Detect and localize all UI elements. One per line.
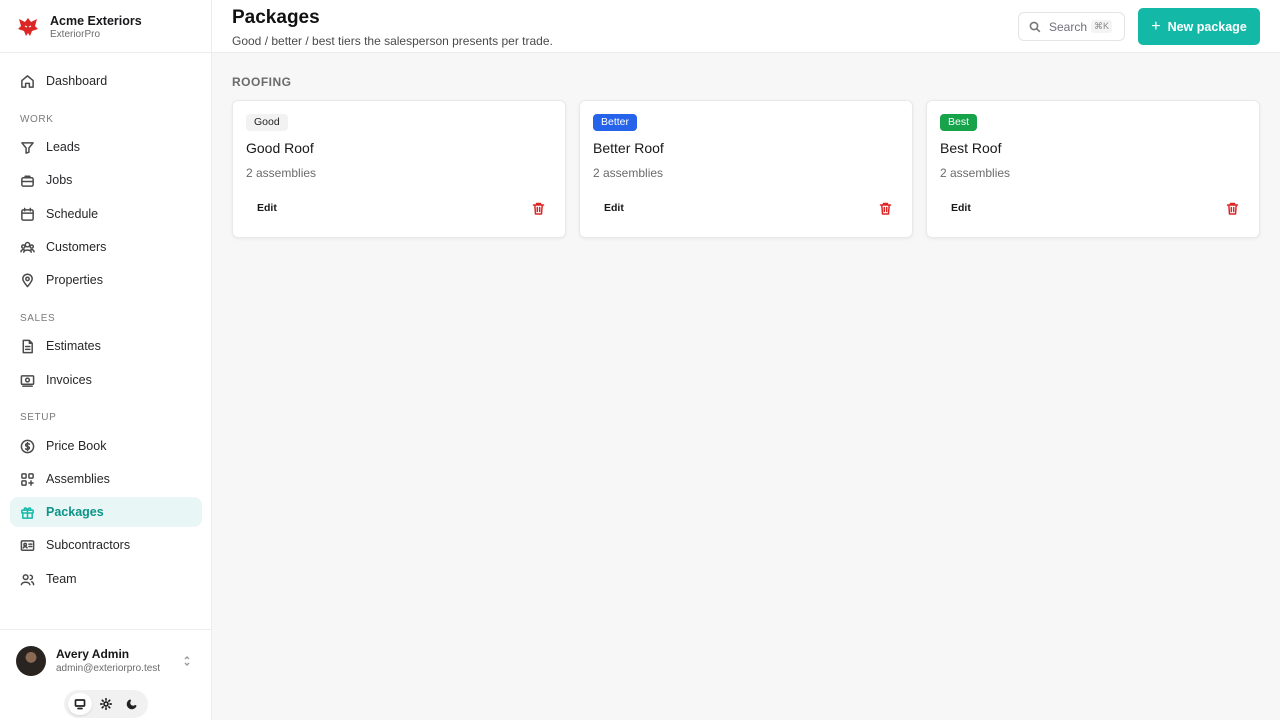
package-meta: 2 assemblies	[246, 166, 317, 180]
nav-group-work: WORK	[20, 114, 54, 125]
package-card-better[interactable]: Better Better Roof 2 assemblies Edit	[579, 100, 913, 238]
sidebar-item-label: Team	[46, 572, 77, 586]
page-subtitle: Good / better / best tiers the salespers…	[232, 34, 553, 48]
sidebar-item-assemblies[interactable]: Assemblies	[10, 464, 202, 494]
theme-dark-button[interactable]	[120, 693, 144, 715]
theme-light-button[interactable]	[94, 693, 118, 715]
sidebar-item-properties[interactable]: Properties	[10, 265, 202, 295]
sidebar-item-label: Assemblies	[46, 472, 110, 486]
brand-name: Acme Exteriors	[50, 13, 142, 28]
theme-switcher	[64, 690, 148, 718]
sidebar-item-label: Leads	[46, 140, 81, 154]
edit-button[interactable]: Edit	[593, 197, 635, 219]
briefcase-icon	[21, 175, 34, 187]
sidebar-item-jobs[interactable]: Jobs	[10, 165, 202, 195]
sidebar-item-estimates[interactable]: Estimates	[10, 331, 202, 361]
nav-group-sales: SALES	[20, 313, 56, 324]
sidebar-item-label: Schedule	[46, 207, 99, 221]
new-package-button[interactable]: + New package	[1138, 8, 1260, 45]
page-title: Packages	[232, 7, 320, 28]
tier-badge: Best	[940, 114, 978, 131]
moon-icon	[126, 699, 137, 710]
package-title: Better Roof	[593, 140, 664, 156]
user-email: admin@exteriorpro.test	[56, 663, 161, 674]
sidebar-item-label: Invoices	[46, 373, 92, 387]
theme-system-button[interactable]	[68, 693, 92, 715]
wolf-logo-icon	[18, 18, 38, 36]
search-placeholder: Search	[1049, 19, 1088, 34]
trash-icon[interactable]	[879, 202, 892, 215]
sidebar-item-customers[interactable]: Customers	[10, 232, 202, 262]
brand[interactable]: Acme Exteriors ExteriorPro	[16, 12, 142, 42]
brand-product: ExteriorPro	[50, 28, 101, 40]
sidebar-item-label: Jobs	[46, 173, 73, 187]
sidebar-item-label: Estimates	[46, 339, 101, 353]
sun-icon	[100, 698, 112, 710]
sidebar-item-subcontractors[interactable]: Subcontractors	[10, 530, 202, 560]
search-shortcut: ⌘K	[1090, 20, 1112, 33]
plus-icon: +	[1151, 17, 1161, 35]
trash-icon[interactable]	[532, 202, 545, 215]
package-meta: 2 assemblies	[940, 166, 1011, 180]
tier-badge: Good	[246, 114, 288, 131]
id-card-icon	[20, 539, 35, 551]
sidebar-item-label: Properties	[46, 273, 103, 287]
avatar	[16, 646, 46, 676]
map-pin-icon	[22, 273, 33, 287]
divider	[0, 52, 211, 53]
monitor-icon	[74, 699, 86, 710]
sidebar-item-label: Subcontractors	[46, 538, 131, 552]
tier-badge: Better	[593, 114, 638, 131]
nav-group-setup: SETUP	[20, 412, 57, 423]
sidebar-item-label: Dashboard	[46, 74, 108, 88]
sidebar-item-label: Customers	[46, 240, 107, 254]
page-header: Packages Good / better / best tiers the …	[212, 0, 1280, 53]
section-heading: ROOFING	[232, 75, 292, 89]
home-icon	[21, 74, 34, 88]
team-icon	[20, 573, 35, 585]
package-card-best[interactable]: Best Best Roof 2 assemblies Edit	[926, 100, 1260, 238]
sidebar-item-packages[interactable]: Packages	[10, 497, 202, 527]
sidebar-item-price-book[interactable]: Price Book	[10, 431, 202, 461]
edit-button[interactable]: Edit	[940, 197, 982, 219]
sidebar-item-dashboard[interactable]: Dashboard	[10, 66, 202, 96]
search-button[interactable]: Search ⌘K	[1018, 12, 1125, 41]
package-title: Best Roof	[940, 140, 1002, 156]
receipt-icon	[20, 374, 35, 387]
package-card-good[interactable]: Good Good Roof 2 assemblies Edit	[232, 100, 566, 238]
sidebar-item-team[interactable]: Team	[10, 564, 202, 594]
package-meta: 2 assemblies	[593, 166, 664, 180]
trash-icon[interactable]	[1226, 202, 1239, 215]
funnel-icon	[21, 141, 34, 154]
edit-button[interactable]: Edit	[246, 197, 288, 219]
new-package-label: New package	[1167, 19, 1247, 34]
grid-plus-icon	[21, 472, 34, 486]
user-menu[interactable]: Avery Admin admin@exteriorpro.test	[16, 645, 196, 677]
sidebar-item-label: Price Book	[46, 439, 107, 453]
sidebar-item-label: Packages	[46, 505, 104, 519]
package-title: Good Roof	[246, 140, 314, 156]
calendar-icon	[21, 207, 34, 221]
divider	[0, 629, 211, 630]
dollar-circle-icon	[20, 439, 35, 453]
chevron-up-down-icon	[184, 656, 190, 666]
sidebar-item-leads[interactable]: Leads	[10, 132, 202, 162]
document-icon	[22, 339, 33, 353]
sidebar: Acme Exteriors ExteriorPro Dashboard WOR…	[0, 0, 212, 720]
sidebar-item-invoices[interactable]: Invoices	[10, 365, 202, 395]
users-icon	[20, 241, 35, 253]
gift-icon	[21, 506, 34, 519]
user-name: Avery Admin	[56, 647, 130, 661]
sidebar-item-schedule[interactable]: Schedule	[10, 199, 202, 229]
search-icon	[1029, 21, 1041, 32]
